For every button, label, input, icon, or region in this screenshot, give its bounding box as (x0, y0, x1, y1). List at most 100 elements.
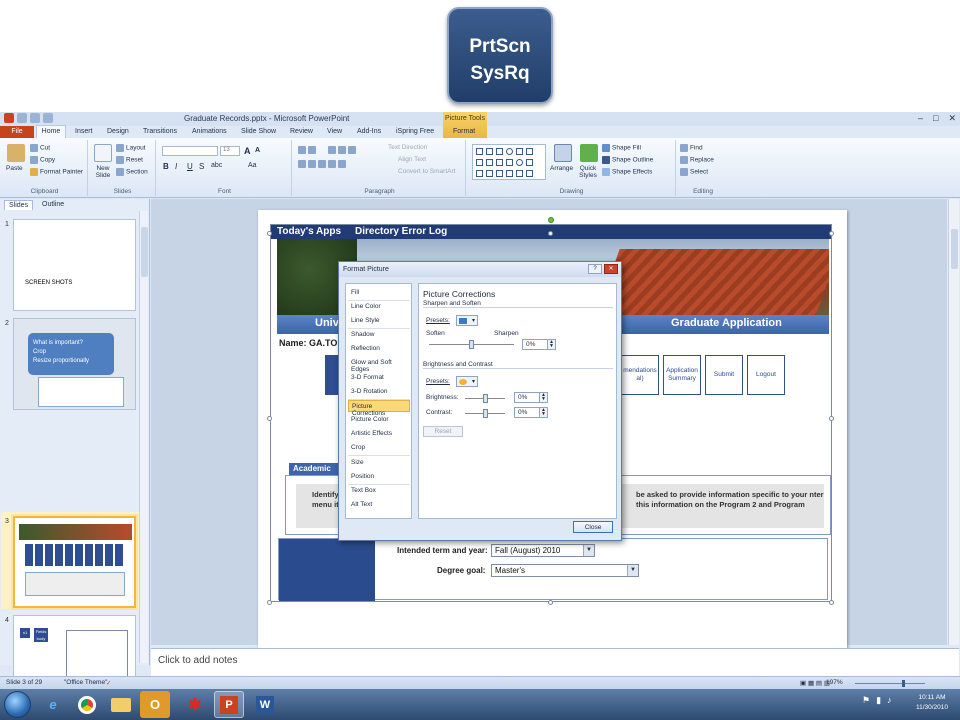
shape-outline-button[interactable]: Shape Outline (602, 156, 653, 164)
tab-animations[interactable]: Animations (192, 128, 227, 135)
category-size[interactable]: Size (348, 457, 410, 469)
slide-thumbnail-3[interactable] (13, 516, 136, 608)
internet-explorer-icon[interactable]: e (38, 691, 68, 718)
reset-button[interactable]: Reset (423, 426, 463, 437)
tab-review[interactable]: Review (290, 128, 313, 135)
shape-fill-button[interactable]: Shape Fill (602, 144, 641, 152)
underline-button[interactable]: U (187, 162, 193, 171)
paste-button[interactable]: Paste (6, 165, 23, 172)
indent-icon[interactable] (328, 146, 358, 154)
category-text-box[interactable]: Text Box (348, 485, 410, 497)
tab-insert[interactable]: Insert (75, 128, 93, 135)
start-button[interactable] (4, 691, 31, 718)
flag-icon[interactable]: ⚑ (862, 695, 870, 706)
new-slide-button[interactable]: New Slide (92, 165, 114, 179)
font-size-input[interactable]: 13 (220, 146, 240, 156)
system-clock[interactable]: 10:11 AM 11/30/2010 (910, 693, 954, 713)
shape-effects-button[interactable]: Shape Effects (602, 168, 652, 176)
contrast-slider-thumb[interactable] (483, 409, 488, 418)
tab-slides[interactable]: Slides (4, 200, 34, 210)
text-direction-button[interactable]: Text Direction (388, 144, 427, 151)
quick-styles-button[interactable]: Quick Styles (576, 165, 600, 179)
font-name-input[interactable] (162, 146, 218, 156)
acrobat-icon[interactable]: ✱ (180, 691, 210, 718)
chrome-icon[interactable] (72, 691, 102, 718)
category-reflection[interactable]: Reflection (348, 343, 410, 355)
bold-button[interactable]: B (163, 162, 169, 171)
strikethrough-button[interactable]: S (199, 162, 204, 171)
category-alt-text[interactable]: Alt Text (348, 499, 410, 511)
resize-handle[interactable] (829, 416, 834, 421)
tab-add-ins[interactable]: Add-Ins (357, 128, 381, 135)
resize-handle[interactable] (548, 231, 553, 236)
word-icon[interactable]: W (250, 691, 280, 718)
volume-icon[interactable]: ♪ (887, 695, 892, 706)
category-shadow[interactable]: Shadow (348, 329, 410, 341)
select-button[interactable]: Select (680, 168, 708, 176)
notes-pane[interactable]: Click to add notes (151, 648, 959, 676)
tab-ispring[interactable]: iSpring Free (396, 128, 434, 135)
section-button[interactable]: Section (116, 168, 148, 176)
shapes-gallery[interactable] (472, 144, 546, 180)
powerpoint-taskbar-icon[interactable]: P (214, 691, 244, 718)
tab-design[interactable]: Design (107, 128, 129, 135)
resize-handle[interactable] (829, 231, 834, 236)
sharpen-spinner[interactable]: 0% ▲ ▼ (522, 339, 556, 350)
shrink-font-button[interactable]: A (255, 147, 260, 154)
layout-button[interactable]: Layout (116, 144, 146, 152)
resize-handle[interactable] (267, 231, 272, 236)
copy-button[interactable]: Copy (30, 156, 55, 164)
new-slide-icon[interactable] (94, 144, 112, 162)
category-line-style[interactable]: Line Style (348, 315, 410, 327)
format-painter-button[interactable]: Format Painter (30, 168, 83, 176)
category-picture-color[interactable]: Picture Color (348, 414, 410, 426)
slides-pane-scrollbar[interactable] (139, 211, 148, 663)
category-fill[interactable]: Fill (348, 287, 410, 299)
dialog-close-icon[interactable]: ✕ (604, 264, 618, 274)
scroll-thumb[interactable] (951, 229, 958, 269)
close-button[interactable]: ✕ (948, 113, 956, 124)
arrange-icon[interactable] (554, 144, 572, 162)
category-line-color[interactable]: Line Color (348, 301, 410, 313)
paste-icon[interactable] (7, 144, 25, 162)
align-icons[interactable] (298, 160, 348, 168)
resize-handle[interactable] (267, 600, 272, 605)
category-position[interactable]: Position (348, 471, 410, 483)
save-icon[interactable] (17, 113, 27, 123)
zoom-slider-thumb[interactable] (902, 680, 905, 687)
reset-button[interactable]: Reset (116, 156, 143, 164)
category-glow[interactable]: Glow and Soft Edges (348, 357, 410, 373)
outlook-icon[interactable]: O (140, 691, 170, 718)
italic-button[interactable]: I (175, 162, 177, 171)
minimize-button[interactable]: – (918, 113, 923, 124)
zoom-level[interactable]: 197% (826, 679, 843, 686)
contrast-spinner[interactable]: 0% ▲ ▼ (514, 407, 548, 418)
category-3d-format[interactable]: 3-D Format (348, 372, 410, 384)
category-picture-corrections[interactable]: Picture Corrections (348, 400, 410, 417)
zoom-slider[interactable] (855, 683, 925, 684)
quick-styles-icon[interactable] (580, 144, 598, 162)
resize-handle[interactable] (267, 416, 272, 421)
tab-transitions[interactable]: Transitions (143, 128, 177, 135)
slide-thumbnail-1[interactable]: SCREEN SHOTS (13, 219, 136, 311)
cut-button[interactable]: Cut (30, 144, 50, 152)
bullets-icon[interactable] (298, 146, 318, 154)
replace-button[interactable]: Replace (680, 156, 714, 164)
category-3d-rotation[interactable]: 3-D Rotation (348, 386, 410, 398)
spelling-icon[interactable]: ✓ (106, 679, 111, 687)
editing-area-scrollbar[interactable] (948, 199, 959, 645)
sharpen-slider-thumb[interactable] (469, 340, 474, 349)
redo-icon[interactable] (43, 113, 53, 123)
scroll-thumb[interactable] (141, 227, 148, 277)
tab-view[interactable]: View (327, 128, 342, 135)
tab-outline[interactable]: Outline (38, 200, 68, 209)
help-button[interactable]: ? (588, 264, 602, 274)
brightness-presets-dropdown[interactable]: ▾ (456, 376, 478, 387)
brightness-spinner[interactable]: 0% ▲ ▼ (514, 392, 548, 403)
resize-handle[interactable] (829, 600, 834, 605)
network-icon[interactable]: ▮ (876, 695, 881, 706)
undo-icon[interactable] (30, 113, 40, 123)
folder-icon[interactable] (106, 691, 136, 718)
strike-abc-button[interactable]: abc (211, 162, 222, 169)
brightness-slider-thumb[interactable] (483, 394, 488, 403)
